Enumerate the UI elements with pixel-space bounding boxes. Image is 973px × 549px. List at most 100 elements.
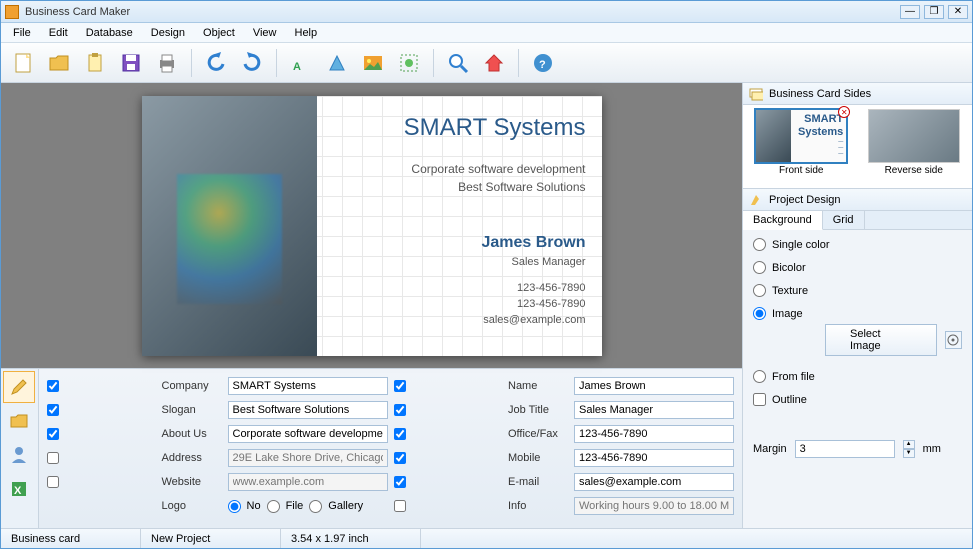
reverse-side-thumb[interactable] <box>868 109 960 163</box>
person-tool[interactable] <box>3 439 35 471</box>
close-button[interactable]: ✕ <box>948 5 968 19</box>
card-aboutus[interactable]: Best Software Solutions <box>317 180 586 194</box>
right-panel: Business Card Sides SMART Systems——— ✕ F… <box>742 83 972 528</box>
bg-single-color[interactable]: Single color <box>753 238 962 251</box>
front-side-label: Front side <box>779 165 823 176</box>
app-title: Business Card Maker <box>25 6 900 18</box>
image-button[interactable] <box>357 47 389 79</box>
officefax-input[interactable] <box>574 425 734 443</box>
reverse-side-label: Reverse side <box>885 165 943 176</box>
mobile-checkbox[interactable] <box>394 452 406 464</box>
clipart-button[interactable] <box>393 47 425 79</box>
menu-database[interactable]: Database <box>78 25 141 41</box>
new-button[interactable] <box>7 47 39 79</box>
text-button[interactable]: A <box>285 47 317 79</box>
gear-icon <box>947 334 959 346</box>
canvas-area[interactable]: SMART Systems Corporate software develop… <box>1 83 742 368</box>
name-input[interactable] <box>574 377 734 395</box>
maximize-button[interactable]: ❐ <box>924 5 944 19</box>
front-side-thumb[interactable]: SMART Systems——— ✕ <box>755 109 847 163</box>
info-checkbox[interactable] <box>394 500 406 512</box>
status-right: 3.54 x 1.97 inch <box>281 529 421 548</box>
card-phone1[interactable]: 123-456-7890 <box>317 282 586 294</box>
close-icon[interactable]: ✕ <box>838 106 850 118</box>
paste-button[interactable] <box>79 47 111 79</box>
card-company[interactable]: SMART Systems <box>317 114 586 142</box>
logo-file-radio[interactable] <box>267 500 280 513</box>
website-label: Website <box>162 476 222 488</box>
export-tool[interactable]: X <box>3 473 35 505</box>
business-card-preview[interactable]: SMART Systems Corporate software develop… <box>142 96 602 356</box>
email-input[interactable] <box>574 473 734 491</box>
margin-input[interactable] <box>795 440 895 458</box>
status-left: Business card <box>1 529 141 548</box>
mobile-input[interactable] <box>574 449 734 467</box>
address-label: Address <box>162 452 222 464</box>
officefax-label: Office/Fax <box>508 428 568 440</box>
menu-design[interactable]: Design <box>143 25 193 41</box>
address-input[interactable] <box>228 449 388 467</box>
officefax-checkbox[interactable] <box>394 428 406 440</box>
logo-gallery-button[interactable]: Gallery <box>328 500 363 512</box>
info-panel-tools: X <box>1 369 39 528</box>
svg-text:?: ? <box>539 59 546 71</box>
menu-view[interactable]: View <box>245 25 285 41</box>
edit-tool[interactable] <box>3 371 35 403</box>
website-checkbox[interactable] <box>47 476 59 488</box>
card-email[interactable]: sales@example.com <box>317 314 586 326</box>
sides-icon <box>749 87 763 101</box>
status-center: New Project <box>141 529 281 548</box>
zoom-button[interactable] <box>442 47 474 79</box>
slogan-input[interactable] <box>228 401 388 419</box>
outline-checkbox[interactable]: Outline <box>753 393 962 406</box>
info-input[interactable] <box>574 497 734 515</box>
menu-help[interactable]: Help <box>287 25 326 41</box>
bg-bicolor[interactable]: Bicolor <box>753 261 962 274</box>
select-image-button[interactable]: Select Image <box>825 324 937 356</box>
tab-background[interactable]: Background <box>743 211 823 230</box>
home-button[interactable] <box>478 47 510 79</box>
address-checkbox[interactable] <box>47 452 59 464</box>
help-button[interactable]: ? <box>527 47 559 79</box>
card-name[interactable]: James Brown <box>317 234 586 252</box>
logo-label: Logo <box>162 500 222 512</box>
minimize-button[interactable]: — <box>900 5 920 19</box>
tab-grid[interactable]: Grid <box>823 211 865 229</box>
company-input[interactable] <box>228 377 388 395</box>
menu-object[interactable]: Object <box>195 25 243 41</box>
design-icon <box>749 193 763 207</box>
aboutus-input[interactable] <box>228 425 388 443</box>
margin-spinner[interactable]: ▲▼ <box>903 440 915 458</box>
slogan-checkbox[interactable] <box>47 404 59 416</box>
shape-button[interactable] <box>321 47 353 79</box>
logo-gallery-radio[interactable] <box>309 500 322 513</box>
bg-texture[interactable]: Texture <box>753 284 962 297</box>
menu-file[interactable]: File <box>5 25 39 41</box>
redo-button[interactable] <box>236 47 268 79</box>
toolbar: A ? <box>1 43 972 83</box>
website-input[interactable] <box>228 473 388 491</box>
save-button[interactable] <box>115 47 147 79</box>
image-settings-button[interactable] <box>945 331 962 349</box>
card-phone2[interactable]: 123-456-7890 <box>317 298 586 310</box>
jobtitle-checkbox[interactable] <box>394 404 406 416</box>
card-slogan[interactable]: Corporate software development <box>317 162 586 176</box>
bg-image[interactable]: Image <box>753 307 962 320</box>
logo-no-radio[interactable] <box>228 500 241 513</box>
svg-text:X: X <box>14 485 22 497</box>
print-button[interactable] <box>151 47 183 79</box>
email-checkbox[interactable] <box>394 476 406 488</box>
logo-file-button[interactable]: File <box>286 500 304 512</box>
name-checkbox[interactable] <box>394 380 406 392</box>
card-photo[interactable] <box>142 96 317 356</box>
jobtitle-input[interactable] <box>574 401 734 419</box>
logo-no-label: No <box>247 500 261 512</box>
company-checkbox[interactable] <box>47 380 59 392</box>
aboutus-checkbox[interactable] <box>47 428 59 440</box>
folder-tool[interactable] <box>3 405 35 437</box>
menu-edit[interactable]: Edit <box>41 25 76 41</box>
open-button[interactable] <box>43 47 75 79</box>
bg-from-file[interactable]: From file <box>753 370 962 383</box>
undo-button[interactable] <box>200 47 232 79</box>
card-job[interactable]: Sales Manager <box>317 256 586 268</box>
